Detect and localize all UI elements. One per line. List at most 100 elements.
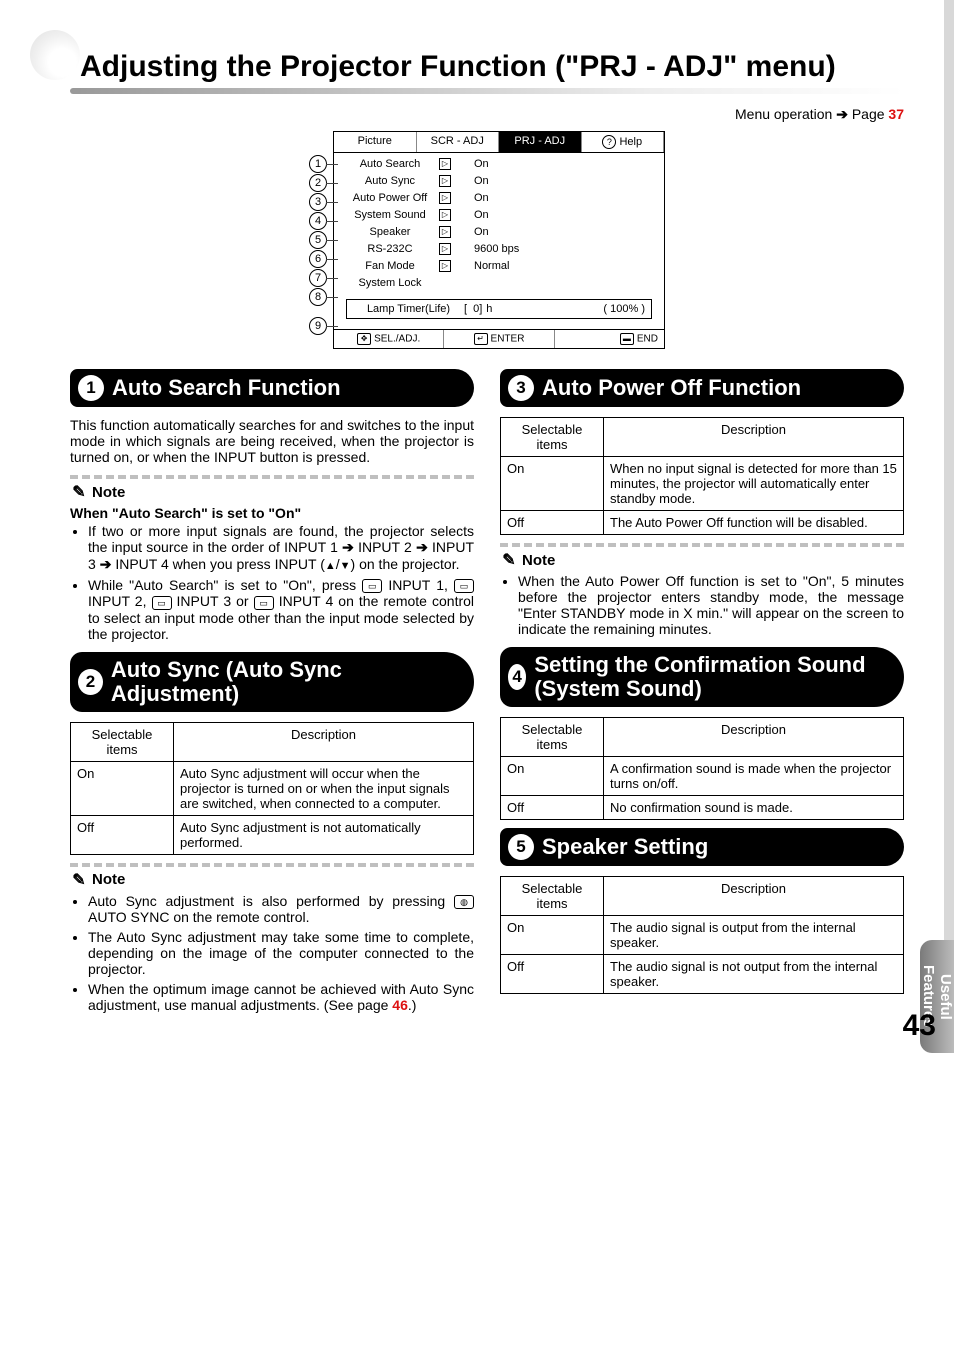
arrow-right-box-icon: ▷ <box>438 208 452 221</box>
section-header-auto-sync: 2 Auto Sync (Auto Sync Adjustment) <box>70 652 474 712</box>
note-label: Note <box>92 484 125 501</box>
page-title: Adjusting the Projector Function ("PRJ -… <box>70 50 904 84</box>
section-header-system-sound: 4 Setting the Confirmation Sound (System… <box>500 647 904 707</box>
table-header: Selectable items <box>71 722 174 761</box>
speaker-table: Selectable itemsDescription OnThe audio … <box>500 876 904 994</box>
osd-foot-enter: ENTER <box>491 334 525 345</box>
title-divider <box>70 88 904 94</box>
osd-row-value: On <box>452 192 489 204</box>
section-title: Auto Power Off Function <box>542 376 801 400</box>
osd-row-value: On <box>452 175 489 187</box>
marker-3: 3 <box>309 193 327 211</box>
note-bullet: Auto Sync adjustment is also performed b… <box>88 893 474 925</box>
osd-tab-scr-adj: SCR - ADJ <box>417 132 500 152</box>
note-bullet: While "Auto Search" is set to "On", pres… <box>88 577 474 642</box>
table-cell: Off <box>501 511 604 535</box>
table-header: Description <box>604 877 904 916</box>
osd-tab-prj-adj: PRJ - ADJ <box>499 132 582 152</box>
text-run: INPUT 1, <box>388 577 454 593</box>
table-cell: Off <box>501 955 604 994</box>
text-run: While "Auto Search" is set to "On", pres… <box>88 577 362 593</box>
table-cell: The audio signal is output from the inte… <box>604 916 904 955</box>
table-cell: The Auto Power Off function will be disa… <box>604 511 904 535</box>
text-run: INPUT 4 when you press INPUT ( <box>115 556 325 572</box>
osd-window: Picture SCR - ADJ PRJ - ADJ ?Help Auto S… <box>333 131 665 349</box>
section-number: 3 <box>508 375 534 401</box>
note-icon: ✎ <box>500 551 518 569</box>
section-title: Auto Sync (Auto Sync Adjustment) <box>111 658 460 706</box>
osd-lamp-pct: 100% <box>610 303 638 315</box>
arrow-right-box-icon: ▷ <box>438 174 452 187</box>
note-icon: ✎ <box>70 483 88 501</box>
osd-row-label: Auto Sync <box>342 175 438 187</box>
table-cell: On <box>71 761 174 815</box>
marker-1: 1 <box>309 155 327 173</box>
osd-row-markers: 1 2 3 4 5 6 7 8 9 <box>309 131 327 336</box>
table-cell: The audio signal is not output from the … <box>604 955 904 994</box>
text-run: ) on the projector. <box>351 556 460 572</box>
osd-foot-end: END <box>637 334 658 345</box>
note-label: Note <box>92 871 125 888</box>
table-cell: No confirmation sound is made. <box>604 796 904 820</box>
text-run: Auto Sync adjustment is also performed b… <box>88 893 454 909</box>
down-triangle-icon: ▼ <box>340 560 351 572</box>
osd-row-value: On <box>452 209 489 221</box>
osd-row-label: RS-232C <box>342 243 438 255</box>
note-header: ✎ Note <box>70 871 474 889</box>
osd-tab-help-label: Help <box>619 136 642 148</box>
arrow-right-icon: ➔ <box>100 556 112 572</box>
section-title: Setting the Confirmation Sound (System S… <box>534 653 890 701</box>
osd-foot-sel: SEL./ADJ. <box>374 334 420 345</box>
help-icon: ? <box>602 135 616 149</box>
arrow-right-box-icon: ▷ <box>438 157 452 170</box>
section-number: 5 <box>508 834 534 860</box>
osd-row-value: On <box>452 226 489 238</box>
note-header: ✎ Note <box>70 483 474 501</box>
dpad-icon: ✥ <box>357 333 371 345</box>
marker-8: 8 <box>309 288 327 306</box>
arrow-right-box-icon: ▷ <box>438 191 452 204</box>
osd-row-value: Normal <box>452 260 509 272</box>
table-header: Description <box>604 418 904 457</box>
remote-button-icon: ▭ <box>362 579 382 593</box>
text-run: AUTO SYNC on the remote control. <box>88 909 310 925</box>
table-header: Selectable items <box>501 418 604 457</box>
marker-4: 4 <box>309 212 327 230</box>
text-run: INPUT 3 or <box>177 593 254 609</box>
table-cell: On <box>501 757 604 796</box>
arrow-right-icon: ➔ <box>342 539 354 555</box>
table-cell: Auto Sync adjustment is not automaticall… <box>174 815 474 854</box>
section-1-paragraph: This function automatically searches for… <box>70 417 474 465</box>
osd-figure: 1 2 3 4 5 6 7 8 9 Picture SCR - ADJ PRJ … <box>309 131 665 349</box>
dashed-rule <box>70 863 474 867</box>
page-ref: 46 <box>392 997 408 1013</box>
menu-operation-ref: Menu operation ➔ Page 37 <box>70 106 904 123</box>
section-header-speaker: 5 Speaker Setting <box>500 828 904 866</box>
table-header: Selectable items <box>501 877 604 916</box>
corner-ornament <box>30 30 80 80</box>
text-run: INPUT 2 <box>358 539 416 555</box>
note-header: ✎ Note <box>500 551 904 569</box>
dashed-rule <box>70 475 474 479</box>
auto-sync-table: Selectable itemsDescription OnAuto Sync … <box>70 722 474 855</box>
marker-2: 2 <box>309 174 327 192</box>
system-sound-table: Selectable itemsDescription OnA confirma… <box>500 717 904 820</box>
osd-row-label: Fan Mode <box>342 260 438 272</box>
menu-operation-page-word: Page <box>852 106 885 122</box>
arrow-right-icon: ➔ <box>836 106 852 122</box>
note-bullet: When the Auto Power Off function is set … <box>518 573 904 637</box>
table-cell: Auto Sync adjustment will occur when the… <box>174 761 474 815</box>
osd-tab-picture: Picture <box>334 132 417 152</box>
osd-row-label: System Sound <box>342 209 438 221</box>
osd-lamp-label: Lamp Timer(Life) <box>353 303 464 315</box>
note-bullet: When the optimum image cannot be achieve… <box>88 981 474 1013</box>
table-header: Selectable items <box>501 718 604 757</box>
text-run: .) <box>408 997 417 1013</box>
end-icon: ▬ <box>620 333 634 345</box>
marker-9: 9 <box>309 317 327 335</box>
osd-tab-help: ?Help <box>582 132 665 152</box>
note-label: Note <box>522 552 555 569</box>
auto-power-off-table: Selectable itemsDescription OnWhen no in… <box>500 417 904 535</box>
section-number: 1 <box>78 375 104 401</box>
dashed-rule <box>500 543 904 547</box>
